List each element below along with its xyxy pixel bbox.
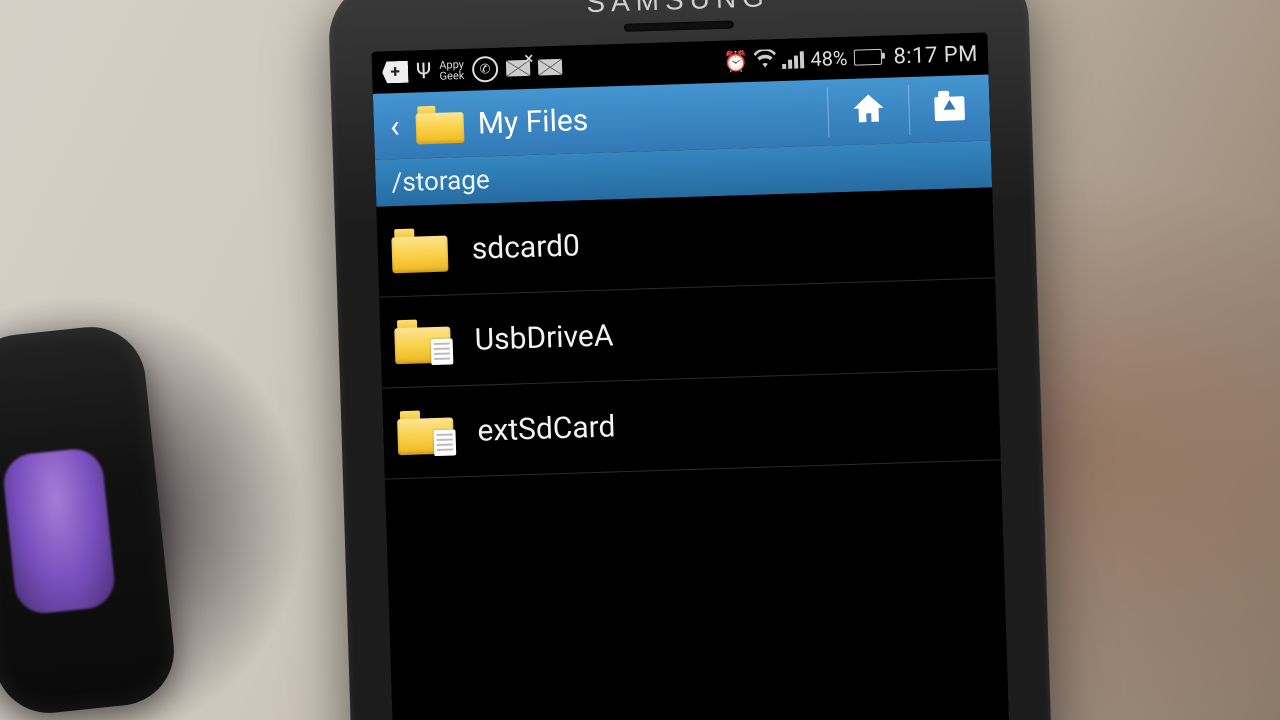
battery-percent: 48% [810, 46, 848, 71]
wifi-icon [754, 48, 777, 73]
folder-name: UsbDriveA [474, 318, 614, 357]
folder-name: extSdCard [477, 409, 616, 448]
usb-icon: Ψ [416, 58, 432, 83]
mail-unread-icon [506, 60, 530, 77]
back-button[interactable]: ‹ [373, 106, 416, 145]
app-title: My Files [477, 95, 828, 141]
home-icon [853, 93, 884, 129]
photo-scene: SAMSUNG + Ψ Appy Geek ✆ [0, 0, 1280, 720]
app-notification-icon: Appy Geek [439, 59, 464, 82]
battery-icon [853, 49, 881, 66]
signal-icon [782, 50, 805, 69]
file-list: sdcard0 UsbDriveA extSdCard [376, 187, 1000, 479]
status-clock: 8:17 PM [893, 41, 978, 69]
status-right: ⏰ 48% 8:17 PM [723, 41, 978, 74]
tag-plus-icon: + [382, 61, 409, 84]
app-folder-icon [415, 105, 464, 144]
home-button[interactable] [828, 77, 910, 145]
whatsapp-icon: ✆ [472, 56, 499, 83]
list-item[interactable]: extSdCard [382, 369, 1001, 479]
folder-icon [394, 319, 451, 365]
phone-screen: + Ψ Appy Geek ✆ ⏰ [372, 32, 1010, 720]
notif-line2: Geek [439, 69, 464, 83]
usb-flash-drive-prop [0, 322, 179, 719]
folder-name: sdcard0 [471, 228, 580, 266]
mail-icon [538, 59, 562, 76]
status-left: + Ψ Appy Geek ✆ [382, 49, 718, 86]
folder-icon [397, 409, 454, 455]
current-path: /storage [391, 165, 490, 198]
folder-up-button[interactable] [909, 74, 991, 142]
alarm-icon: ⏰ [723, 49, 749, 74]
phone-body: SAMSUNG + Ψ Appy Geek ✆ [327, 0, 1052, 720]
folder-icon [391, 228, 448, 274]
earpiece-speaker [624, 20, 734, 31]
folder-up-icon [934, 96, 965, 121]
